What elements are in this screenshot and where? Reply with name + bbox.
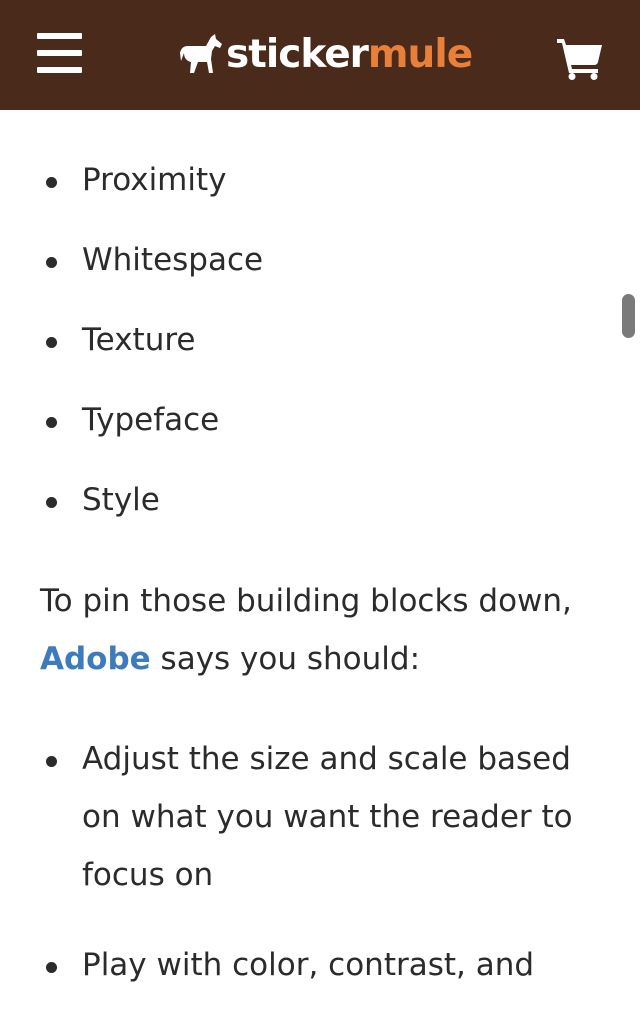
logo-word-sticker: sticker [226, 31, 369, 77]
bullet-icon [46, 257, 57, 268]
list-item-text: Typeface [82, 402, 220, 438]
bullet-icon [46, 177, 57, 188]
list-item: Typeface [0, 391, 640, 471]
list-item-text: Style [82, 482, 160, 518]
bullet-icon [46, 497, 57, 508]
menu-button[interactable] [37, 33, 82, 73]
list-item-text: Proximity [82, 162, 227, 198]
list-item-text: Whitespace [82, 242, 264, 278]
menu-bar [37, 33, 82, 39]
menu-bar [37, 67, 82, 73]
mule-icon [180, 34, 222, 73]
paragraph: To pin those building blocks down, Adobe… [40, 572, 610, 688]
list-item: Style [0, 471, 640, 551]
scrollbar-thumb[interactable] [622, 294, 635, 338]
list-item: Play with color, contrast, and [0, 936, 640, 994]
list-item-text: Play with color, contrast, and [82, 947, 535, 983]
list-item: Proximity [0, 151, 640, 231]
logo-word-mule: mule [367, 31, 473, 77]
stickermule-logo[interactable]: sticker mule [178, 26, 473, 82]
bullet-icon [46, 337, 57, 348]
cart-icon[interactable] [556, 36, 604, 80]
paragraph-text: To pin those building blocks down, [40, 583, 572, 619]
menu-bar [37, 50, 82, 56]
list-item: Texture [0, 311, 640, 391]
paragraph-text-end: says you should: [150, 641, 421, 677]
bullet-icon [46, 962, 57, 973]
list-item: Adjust the size and scale based on what … [0, 730, 640, 904]
site-header: sticker mule [0, 0, 640, 110]
bullet-icon [46, 417, 57, 428]
list-item-text: Texture [82, 322, 196, 358]
bullet-icon [46, 756, 57, 767]
list-item-text: Adjust the size and scale based on what … [82, 741, 573, 893]
advice-list: Adjust the size and scale based on what … [0, 730, 640, 1026]
list-item: Whitespace [0, 231, 640, 311]
design-elements-list: Proximity Whitespace Texture Typeface St… [0, 151, 640, 551]
adobe-link[interactable]: Adobe [40, 641, 151, 677]
